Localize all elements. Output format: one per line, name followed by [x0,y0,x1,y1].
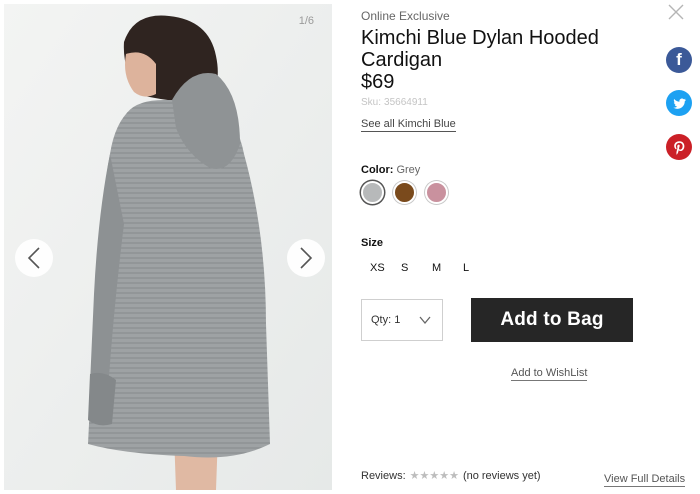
product-image-gallery: 1/6 [4,4,332,490]
size-option-xs[interactable]: XS [370,262,401,274]
quantity-select[interactable]: Qty: 1 [361,299,443,341]
product-photo [4,4,332,490]
image-counter: 1/6 [298,15,314,27]
color-label: Color: Grey [361,164,420,176]
chevron-right-icon [300,247,313,269]
size-label: Size [361,237,384,249]
close-icon[interactable] [668,4,684,20]
size-option-m[interactable]: M [432,262,463,274]
view-full-details-link[interactable]: View Full Details [604,473,686,487]
see-all-brand-link[interactable]: See all Kimchi Blue [361,118,456,132]
pinterest-icon [673,140,684,155]
size-option-s[interactable]: S [401,262,432,274]
next-image-button[interactable] [287,239,325,277]
color-swatch-brown[interactable] [393,181,416,204]
twitter-share-button[interactable] [666,90,692,116]
previous-image-button[interactable] [15,239,53,277]
reviews-label: Reviews: [361,469,406,482]
sku-value: 35664911 [384,97,428,108]
add-to-bag-button[interactable]: Add to Bag [471,298,633,342]
facebook-icon: f [676,50,682,69]
size-options: XS S M L [370,262,494,274]
chevron-down-icon [419,316,431,324]
add-to-wishlist-link[interactable]: Add to WishList [511,367,588,381]
product-title: Kimchi Blue Dylan Hooded Cardigan [361,27,599,71]
product-price: $69 [361,71,395,93]
color-swatch-grey[interactable] [361,181,384,204]
color-swatches [361,181,448,204]
chevron-left-icon [27,247,40,269]
color-swatch-pink[interactable] [425,181,448,204]
selected-color-value: Grey [396,164,421,176]
product-sku: Sku: 35664911 [361,97,428,108]
quantity-value: Qty: 1 [371,314,401,326]
size-option-l[interactable]: L [463,262,494,274]
sku-label: Sku: [361,97,382,108]
rating-stars-icon: ★★★★★ [409,470,459,482]
pinterest-share-button[interactable] [666,134,692,160]
reviews-count-text: (no reviews yet) [462,469,541,482]
reviews-summary: Reviews: ★★★★★ (no reviews yet) [361,469,541,483]
online-exclusive-label: Online Exclusive [361,9,450,23]
twitter-icon [672,97,686,109]
facebook-share-button[interactable]: f [666,47,692,73]
color-label-text: Color: [361,164,394,176]
